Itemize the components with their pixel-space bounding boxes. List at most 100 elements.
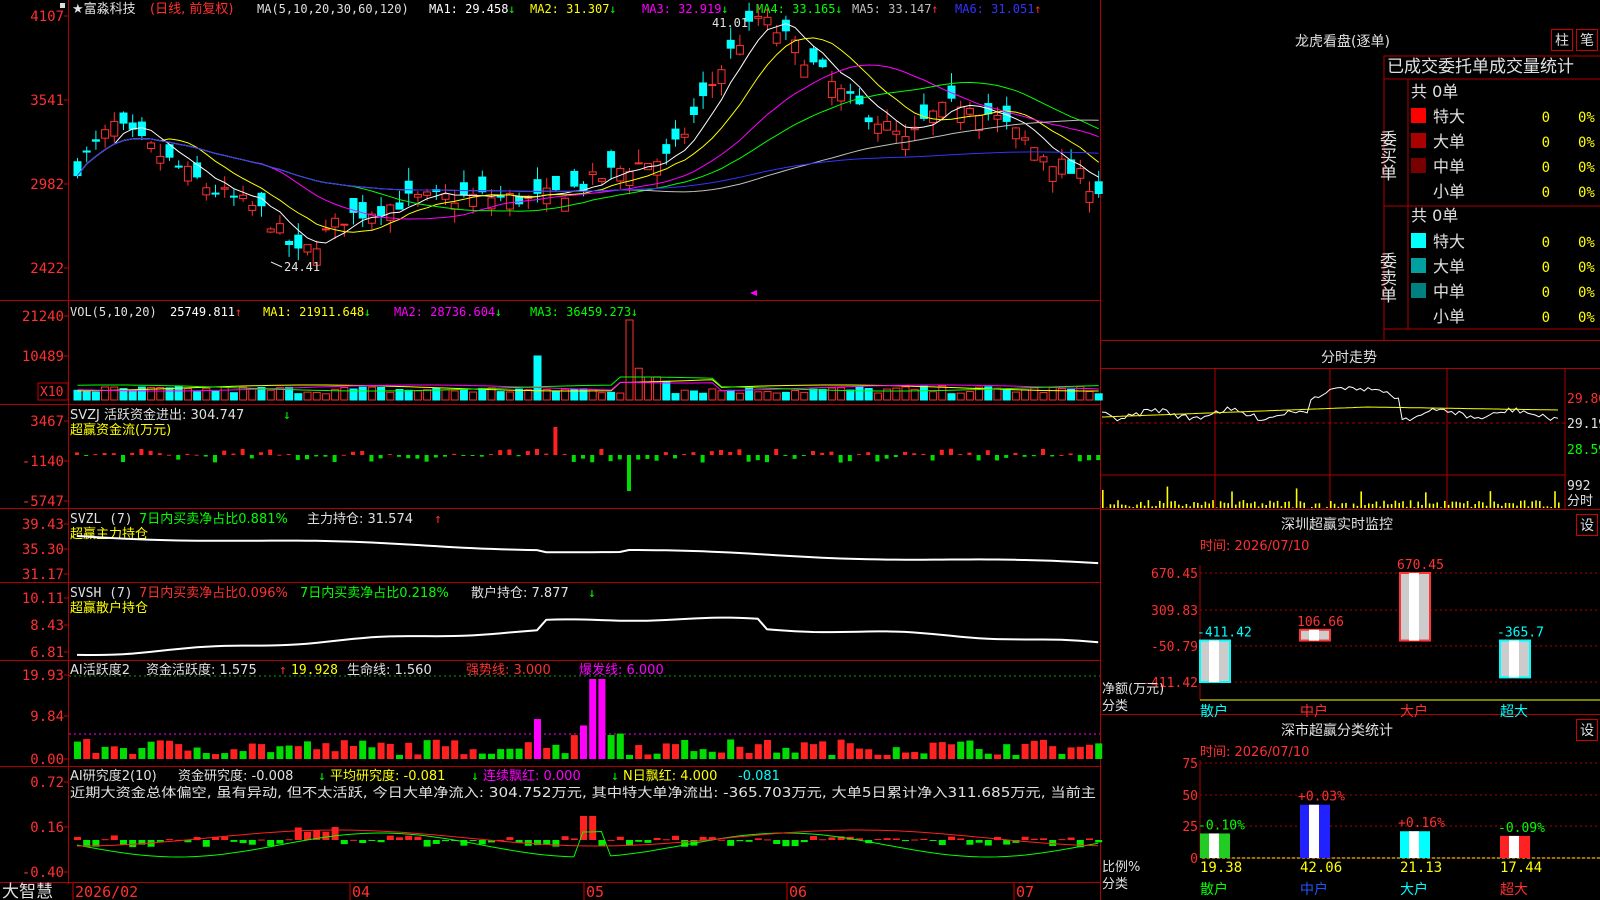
order-size-swatch: [1411, 158, 1426, 173]
candle: [266, 228, 275, 233]
candle: [892, 130, 901, 135]
svzj-bar: [912, 453, 917, 455]
candlestick-plot[interactable]: [73, 2, 1103, 269]
svzj-bar: [590, 455, 595, 463]
monitor-settings-button[interactable]: 设: [1576, 514, 1598, 536]
chart-mode[interactable]: (日线, 前复权): [150, 1, 233, 17]
candle: [846, 91, 855, 94]
svzj-bar: [829, 451, 834, 455]
x-tick-label: 05: [586, 883, 604, 900]
ai2-prefix: AI研究度2(10): [70, 768, 157, 784]
volume-bar: [211, 390, 220, 401]
intraday-vol-bar: [1292, 507, 1294, 508]
volume-bar: [478, 387, 487, 401]
candle: [873, 123, 882, 134]
ai-activity-bar: [193, 747, 201, 759]
svzj-bar: [268, 449, 273, 455]
bar-mode-button[interactable]: 柱: [1551, 29, 1573, 51]
svzj-bar: [341, 454, 346, 456]
ai2-research-bar: [221, 836, 229, 840]
intraday-chart[interactable]: 29.80 29.19 28.59 992分时: [1100, 369, 1600, 509]
volume-bar: [82, 391, 91, 401]
ai2-research-bar: [166, 839, 173, 841]
ai2-research-bar: [202, 840, 210, 847]
volume-bar: [524, 389, 533, 401]
svzj-bar: [792, 455, 797, 459]
sell-rows: 特大 0 0% 大单 0 0% 中单 0 0% 小单 0 0%: [1411, 232, 1595, 326]
tick-mode-button[interactable]: 笔: [1576, 29, 1598, 51]
ai2-research-bar: [1021, 836, 1029, 840]
candle: [358, 202, 367, 219]
candle: [607, 151, 616, 168]
svzj-bar: [645, 455, 650, 459]
intraday-vol-bar: [1314, 503, 1317, 508]
volume-bar: [91, 391, 100, 401]
intraday-vol-bar: [1269, 500, 1271, 508]
candle: [901, 136, 910, 151]
intraday-vol-bar: [1546, 506, 1549, 508]
intraday-vol-bar: [1444, 500, 1446, 508]
svzj-bar: [599, 449, 604, 455]
scroll-marker-icon: [750, 290, 757, 296]
svzj-bar: [1059, 454, 1064, 456]
ai-activity-bar: [681, 739, 689, 759]
ai-activity-bar: [1095, 743, 1103, 759]
svzj-bars[interactable]: [75, 427, 1101, 491]
candle: [147, 142, 156, 149]
svsh-line[interactable]: [76, 616, 1099, 656]
volume-bar: [1094, 393, 1103, 401]
intraday-vol-bar: [1447, 504, 1450, 508]
ai-burst-line: 爆发线: 6.000: [579, 662, 664, 678]
buy-total: 共 0单: [1411, 82, 1458, 101]
class-settings-button[interactable]: 设: [1576, 719, 1598, 741]
ai-activity-bar: [138, 748, 146, 759]
vol-legend-item: MA2: 28736.604: [394, 305, 495, 319]
ai-bars[interactable]: [69, 675, 1103, 759]
chart-canvas[interactable]: ★富淼科技 (日线, 前复权) MA(5,10,20,30,60,120) MA…: [0, 0, 1600, 900]
y-tick-label: 3541: [30, 93, 64, 109]
order-size-swatch: [1411, 283, 1426, 298]
intraday-vol-bar: [1466, 500, 1469, 508]
ai2-research-bar: [129, 840, 137, 848]
ai2-research-bar: [699, 836, 707, 840]
ai-y-axis: 19.93 9.84 0.00: [22, 668, 69, 768]
monitor-bar-chart[interactable]: 670.45309.83-50.79-411.42净额(万元)分类-411.42…: [1102, 558, 1600, 720]
ai2-research-bar: [589, 816, 597, 840]
volume-bar: [423, 389, 432, 401]
ai-activity-bar: [920, 753, 928, 759]
svzj-bar: [498, 450, 503, 455]
svzj-bar: [967, 452, 972, 455]
ai2-bars[interactable]: [74, 816, 1103, 858]
ai2-research-bar: [1003, 840, 1011, 845]
class-category: 大户: [1400, 881, 1428, 898]
candle: [73, 161, 82, 177]
stock-name[interactable]: ★富淼科技: [72, 1, 136, 17]
ai2-research-bar: [819, 839, 827, 841]
monitor-category: 超大: [1500, 704, 1528, 720]
order-size-qty: 0: [1542, 135, 1550, 151]
volume-bars[interactable]: [73, 319, 1103, 401]
order-size-label: 小单: [1433, 307, 1465, 326]
intraday-vol-bar: [1200, 504, 1203, 508]
intraday-vol-bar: [1504, 502, 1507, 508]
svzj-bar: [369, 455, 374, 462]
svzj-bar: [130, 452, 135, 455]
ai2-research-bar: [478, 840, 486, 845]
class-bar-chart[interactable]: 75 50 25 0 比例% 分类 -0.10% 19.38 散户 +0.03% 42.06 中户 +0…: [1102, 757, 1600, 898]
volume-bar: [312, 391, 321, 401]
ma-legend: MA1: 29.458 ↓ MA2: 31.307 ↓ MA3: 32.919 ↓ MA4:…: [429, 2, 1041, 16]
ai-activity-bar: [432, 739, 440, 759]
intraday-vol-bar: [1235, 504, 1237, 508]
volume-bar: [929, 391, 938, 401]
svzj-bar: [581, 455, 585, 459]
ai-activity-bar: [120, 748, 127, 759]
volume-bar: [662, 380, 671, 401]
intraday-vol-bar: [1140, 501, 1142, 508]
svzl-line[interactable]: [76, 535, 1099, 565]
svzj-bar: [1022, 455, 1027, 457]
candle: [864, 117, 873, 123]
candle: [938, 101, 947, 118]
svzj-bar: [691, 452, 696, 455]
y-tick-label: 0.72: [30, 775, 64, 791]
candle: [818, 59, 827, 68]
